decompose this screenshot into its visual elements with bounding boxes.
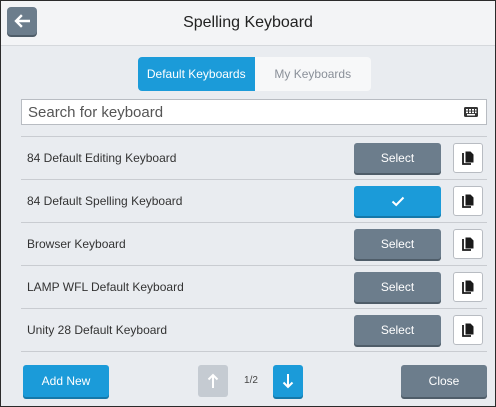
tab-default-keyboards[interactable]: Default Keyboards (138, 57, 255, 91)
header-bar: Spelling Keyboard (1, 1, 495, 46)
add-new-button[interactable]: Add New (23, 365, 109, 397)
keyboard-list: 84 Default Editing Keyboard Select 84 De… (21, 136, 487, 352)
copy-icon (462, 194, 474, 208)
keyboard-name: Unity 28 Default Keyboard (27, 323, 168, 337)
select-button[interactable]: Select (354, 229, 441, 259)
select-button[interactable]: Select (354, 143, 441, 173)
keyboard-name: 84 Default Editing Keyboard (27, 151, 177, 165)
copy-icon (462, 237, 474, 251)
keyboard-name: LAMP WFL Default Keyboard (27, 280, 184, 294)
copy-button[interactable] (453, 186, 483, 216)
copy-button[interactable] (453, 143, 483, 173)
copy-icon (462, 280, 474, 294)
page-up-button[interactable] (198, 365, 228, 397)
keyboard-row: Unity 28 Default Keyboard Select (21, 308, 487, 352)
keyboard-name: Browser Keyboard (27, 237, 126, 251)
arrow-down-icon (282, 374, 294, 389)
search-input[interactable] (22, 100, 458, 124)
selected-button[interactable] (354, 186, 441, 216)
search-box (21, 99, 487, 125)
keyboard-row: Browser Keyboard Select (21, 222, 487, 265)
copy-icon (462, 323, 474, 337)
select-button[interactable]: Select (354, 272, 441, 302)
select-button[interactable]: Select (354, 315, 441, 345)
close-button[interactable]: Close (401, 365, 487, 397)
keyboard-name: 84 Default Spelling Keyboard (27, 194, 183, 208)
keyboard-icon[interactable] (464, 107, 478, 117)
arrow-left-icon (14, 14, 30, 28)
page-indicator: 1/2 (244, 375, 258, 386)
keyboard-row: 84 Default Editing Keyboard Select (21, 136, 487, 179)
back-button[interactable] (7, 7, 37, 35)
copy-button[interactable] (453, 229, 483, 259)
keyboard-row: 84 Default Spelling Keyboard (21, 179, 487, 222)
tab-my-keyboards[interactable]: My Keyboards (254, 57, 371, 91)
arrow-up-icon (207, 373, 219, 388)
copy-button[interactable] (453, 315, 483, 345)
copy-icon (462, 151, 474, 165)
page-down-button[interactable] (273, 365, 303, 397)
keyboard-tabs: Default Keyboards My Keyboards (138, 57, 371, 91)
checkmark-icon (391, 196, 404, 206)
copy-button[interactable] (453, 272, 483, 302)
dialog-frame: Spelling Keyboard Default Keyboards My K… (0, 0, 496, 407)
page-title: Spelling Keyboard (183, 14, 313, 31)
keyboard-row: LAMP WFL Default Keyboard Select (21, 265, 487, 308)
